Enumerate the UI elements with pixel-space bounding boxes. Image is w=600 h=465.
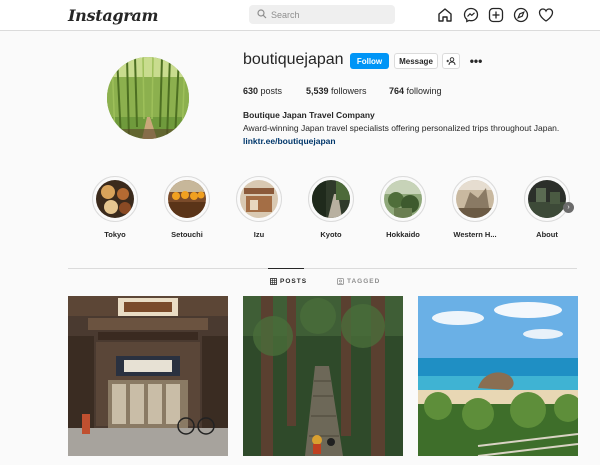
profile-avatar-icon[interactable] xyxy=(562,8,576,22)
more-dots-icon: ••• xyxy=(469,54,483,68)
highlight-cover-image xyxy=(312,180,350,218)
highlight-western-honshu[interactable]: Western H... xyxy=(452,176,498,239)
bio-website-link[interactable]: linktr.ee/boutiquejapan xyxy=(243,136,336,146)
more-options-button[interactable]: ••• xyxy=(468,53,484,69)
highlight-setouchi[interactable]: Setouchi xyxy=(164,176,210,239)
highlight-cover-image xyxy=(240,180,278,218)
messenger-icon[interactable] xyxy=(463,7,479,23)
profile-username: boutiquejapan xyxy=(243,51,344,68)
search-icon xyxy=(257,9,267,19)
profile-picture[interactable] xyxy=(107,57,189,139)
followers-stat[interactable]: 5,539 followers xyxy=(306,86,367,96)
tab-tagged[interactable]: TAGGED xyxy=(337,278,380,285)
new-post-icon[interactable] xyxy=(488,7,504,23)
activity-heart-icon[interactable] xyxy=(538,7,554,23)
following-stat[interactable]: 764 following xyxy=(389,86,442,96)
post-thumbnail-2[interactable] xyxy=(243,296,403,456)
highlight-label: Tokyo xyxy=(104,230,126,239)
post-thumbnail-1[interactable] xyxy=(68,296,228,456)
search-input[interactable] xyxy=(271,5,391,24)
highlight-label: Hokkaido xyxy=(386,230,420,239)
search-box[interactable] xyxy=(249,5,395,24)
follow-button[interactable]: Follow xyxy=(350,53,389,69)
tab-posts[interactable]: POSTS xyxy=(270,278,307,285)
highlight-kyoto[interactable]: Kyoto xyxy=(308,176,354,239)
instagram-logo[interactable]: Instagram xyxy=(68,6,158,25)
highlight-label: Western H... xyxy=(453,230,497,239)
post-thumbnail-3[interactable] xyxy=(418,296,578,456)
highlight-label: About xyxy=(536,230,558,239)
highlight-cover-image xyxy=(456,180,494,218)
tab-posts-label: POSTS xyxy=(280,278,308,285)
tabs-divider xyxy=(68,268,577,269)
highlight-cover-image xyxy=(168,180,206,218)
highlight-izu[interactable]: Izu xyxy=(236,176,282,239)
posts-stat: 630 posts xyxy=(243,86,283,96)
highlight-cover-image xyxy=(384,180,422,218)
highlight-label: Setouchi xyxy=(171,230,203,239)
bio-description: Award-winning Japan travel specialists o… xyxy=(243,123,560,133)
active-tab-indicator xyxy=(268,268,304,269)
suggested-accounts-button[interactable] xyxy=(442,53,460,69)
tagged-icon xyxy=(337,278,344,285)
tab-tagged-label: TAGGED xyxy=(347,278,381,285)
explore-icon[interactable] xyxy=(513,7,529,23)
highlight-cover-image xyxy=(528,180,566,218)
message-button[interactable]: Message xyxy=(394,53,438,69)
highlight-label: Kyoto xyxy=(320,230,342,239)
logo-chevron-down-icon[interactable]: ⌄ xyxy=(128,9,135,18)
highlight-cover-image xyxy=(96,180,134,218)
top-navigation-bar: Instagram ⌄ xyxy=(0,0,600,31)
grid-icon xyxy=(270,278,277,285)
add-person-icon xyxy=(446,57,456,66)
highlight-hokkaido[interactable]: Hokkaido xyxy=(380,176,426,239)
bio-full-name: Boutique Japan Travel Company xyxy=(243,110,375,120)
highlights-next-arrow-icon[interactable]: › xyxy=(563,202,574,213)
home-icon[interactable] xyxy=(437,7,453,23)
highlight-tokyo[interactable]: Tokyo xyxy=(92,176,138,239)
highlight-label: Izu xyxy=(253,230,265,239)
